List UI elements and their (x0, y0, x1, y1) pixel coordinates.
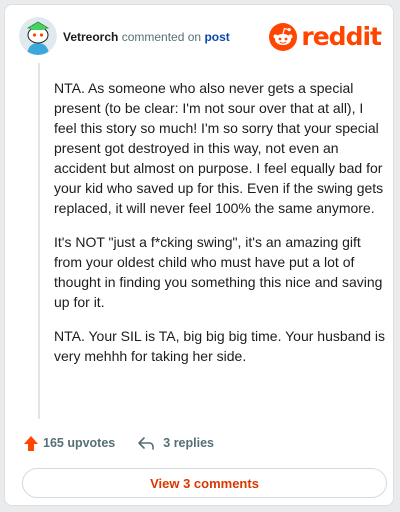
replies-button[interactable]: 3 replies (137, 436, 214, 450)
reddit-alien-icon (269, 23, 298, 51)
view-comments-button[interactable]: View 3 comments (22, 468, 387, 498)
comment-actions: 165 upvotes 3 replies (23, 433, 214, 453)
reddit-wordmark: reddit (301, 22, 382, 51)
comment-body: NTA. As someone who also never gets a sp… (54, 78, 388, 380)
user-avatar[interactable] (19, 17, 57, 55)
replies-count: 3 replies (163, 436, 214, 450)
thread-line (38, 63, 40, 419)
username-link[interactable]: Vetreorch (63, 30, 118, 44)
reddit-logo[interactable]: reddit (269, 22, 382, 52)
post-link[interactable]: post (204, 30, 229, 44)
upvote-arrow-icon (24, 435, 38, 451)
snoo-avatar-icon (19, 17, 57, 55)
upvote-button[interactable]: 165 upvotes (23, 435, 115, 452)
reply-arrow-icon (138, 437, 155, 450)
comment-paragraph: NTA. As someone who also never gets a sp… (54, 80, 384, 216)
comment-paragraph: NTA. Your SIL is TA, big big big time. Y… (54, 328, 386, 364)
comment-card: Vetreorch commented on post reddit NTA. … (4, 4, 394, 506)
comment-byline: Vetreorch commented on post (63, 30, 230, 44)
byline-action-text: commented on (121, 30, 202, 44)
comment-paragraph: It's NOT "just a f*cking swing", it's an… (54, 234, 383, 310)
comment-header: Vetreorch commented on post reddit (19, 17, 382, 57)
upvote-count: 165 upvotes (43, 436, 116, 450)
